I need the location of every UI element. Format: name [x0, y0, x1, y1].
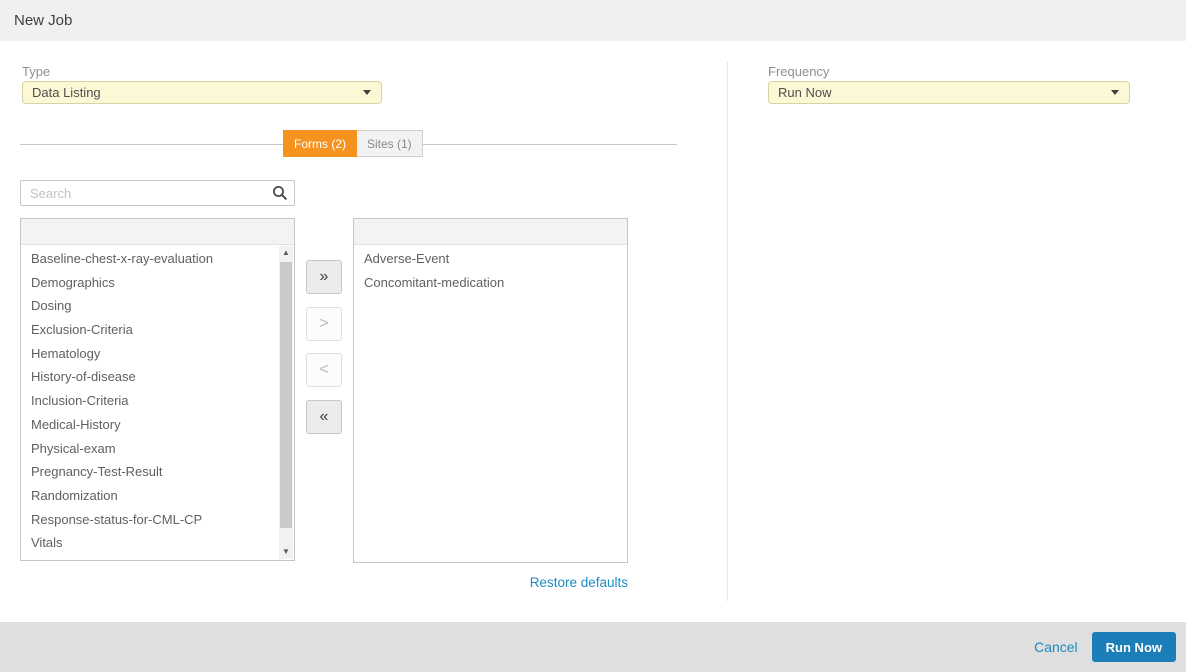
type-dropdown-value: Data Listing [32, 85, 101, 100]
list-item[interactable]: Adverse-Event [354, 247, 627, 271]
list-item[interactable]: Inclusion-Criteria [21, 389, 294, 413]
cancel-link[interactable]: Cancel [1034, 639, 1078, 655]
chevron-down-icon [1111, 90, 1119, 95]
list-item[interactable]: Randomization [21, 484, 294, 508]
page-header: New Job [0, 0, 1186, 41]
footer-bar: Cancel Run Now [0, 622, 1186, 672]
search-box [20, 180, 295, 206]
frequency-label: Frequency [768, 64, 829, 79]
list-item[interactable]: Response-status-for-CML-CP [21, 508, 294, 532]
list-item[interactable]: Medical-History [21, 413, 294, 437]
list-item[interactable]: Exclusion-Criteria [21, 318, 294, 342]
available-forms-items: Baseline-chest-x-ray-evaluation Demograp… [21, 245, 294, 555]
scroll-down-icon[interactable]: ▼ [279, 545, 293, 559]
list-item[interactable]: History-of-disease [21, 365, 294, 389]
type-label: Type [22, 64, 50, 79]
restore-defaults-wrap: Restore defaults [353, 574, 628, 592]
tab-bar: Forms (2) Sites (1) [283, 130, 423, 157]
list-item[interactable]: Pregnancy-Test-Result [21, 460, 294, 484]
vertical-divider [727, 62, 728, 601]
list-item[interactable]: Dosing [21, 294, 294, 318]
move-left-button[interactable]: < [306, 353, 342, 387]
scroll-up-icon[interactable]: ▲ [279, 246, 293, 260]
chevron-down-icon [363, 90, 371, 95]
new-job-page: New Job Type Data Listing Frequency Run … [0, 0, 1186, 672]
list-item[interactable]: Physical-exam [21, 437, 294, 461]
frequency-dropdown-value: Run Now [778, 85, 831, 100]
tab-forms[interactable]: Forms (2) [283, 130, 357, 157]
type-dropdown[interactable]: Data Listing [22, 81, 382, 104]
page-title: New Job [0, 0, 1186, 41]
available-forms-listbox: Baseline-chest-x-ray-evaluation Demograp… [20, 218, 295, 561]
list-item[interactable]: Baseline-chest-x-ray-evaluation [21, 247, 294, 271]
chevron-right-icon: > [319, 315, 328, 332]
search-icon [272, 185, 288, 201]
run-now-button[interactable]: Run Now [1092, 632, 1176, 662]
move-all-right-button[interactable]: » [306, 260, 342, 294]
restore-defaults-link[interactable]: Restore defaults [530, 575, 628, 590]
double-chevron-left-icon: « [320, 408, 329, 425]
scrollbar-thumb[interactable] [280, 262, 292, 528]
frequency-dropdown[interactable]: Run Now [768, 81, 1130, 104]
tab-sites[interactable]: Sites (1) [357, 130, 423, 157]
chevron-left-icon: < [319, 361, 328, 378]
search-input[interactable] [20, 180, 295, 206]
list-item[interactable]: Vitals [21, 531, 294, 555]
selected-forms-listbox: Adverse-Event Concomitant-medication [353, 218, 628, 563]
selected-forms-items: Adverse-Event Concomitant-medication [354, 245, 627, 294]
move-all-left-button[interactable]: « [306, 400, 342, 434]
selected-forms-header [354, 219, 627, 245]
list-item[interactable]: Hematology [21, 342, 294, 366]
move-right-button[interactable]: > [306, 307, 342, 341]
list-item[interactable]: Demographics [21, 271, 294, 295]
available-forms-header [21, 219, 294, 245]
double-chevron-right-icon: » [320, 268, 329, 285]
list-item[interactable]: Concomitant-medication [354, 271, 627, 295]
scrollbar[interactable]: ▲ ▼ [279, 246, 293, 559]
